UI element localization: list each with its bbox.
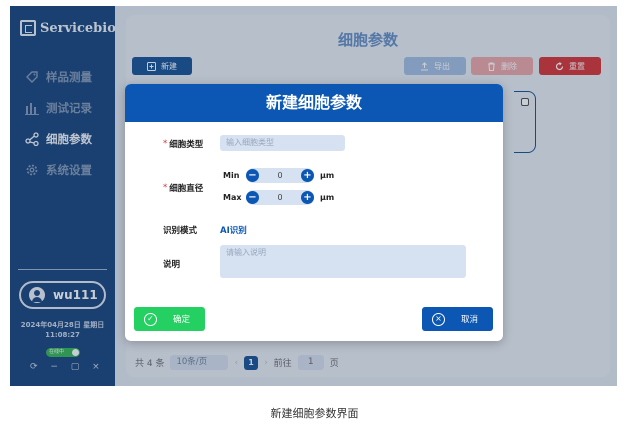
cell-type-input[interactable]: 输入细胞类型 [220, 135, 345, 151]
increment-icon[interactable]: + [301, 191, 314, 204]
figure-caption: 新建细胞参数界面 [270, 407, 359, 420]
dialog-title: 新建细胞参数 [125, 84, 503, 122]
app-window: Servicebio 样品测量 测试记录 细胞参数 系统设置 wu111 202… [10, 6, 617, 386]
mode-value[interactable]: AI识别 [220, 224, 247, 236]
desc-textarea[interactable]: 请输入说明 [220, 245, 466, 278]
decrement-icon[interactable]: − [246, 191, 259, 204]
unit-label: μm [320, 171, 335, 180]
cell-type-label: * 细胞类型 [163, 139, 204, 150]
diameter-label: * 细胞直径 [163, 183, 204, 194]
cancel-label: 取消 [461, 315, 479, 325]
max-stepper: − 0 + [246, 190, 314, 205]
max-value[interactable]: 0 [277, 193, 282, 202]
new-cell-param-dialog: 新建细胞参数 * 细胞类型 输入细胞类型 * 细胞直径 Min − 0 + μm… [125, 84, 503, 341]
confirm-label: 确定 [173, 315, 191, 325]
required-mark: * [163, 139, 168, 149]
min-label: Min [223, 171, 240, 180]
cancel-button[interactable]: × 取消 [422, 307, 493, 331]
close-icon: × [432, 312, 445, 326]
mode-label: 识别模式 [163, 226, 198, 236]
decrement-icon[interactable]: − [246, 169, 259, 182]
check-icon: ✓ [144, 312, 157, 326]
desc-label: 说明 [163, 260, 181, 270]
max-row: Max − 0 + μm [223, 190, 334, 205]
min-row: Min − 0 + μm [223, 168, 334, 183]
confirm-button[interactable]: ✓ 确定 [134, 307, 205, 331]
max-label: Max [223, 193, 242, 202]
required-mark: * [163, 183, 168, 193]
min-value[interactable]: 0 [277, 171, 282, 180]
min-stepper: − 0 + [246, 168, 314, 183]
unit-label: μm [320, 193, 335, 202]
increment-icon[interactable]: + [301, 169, 314, 182]
